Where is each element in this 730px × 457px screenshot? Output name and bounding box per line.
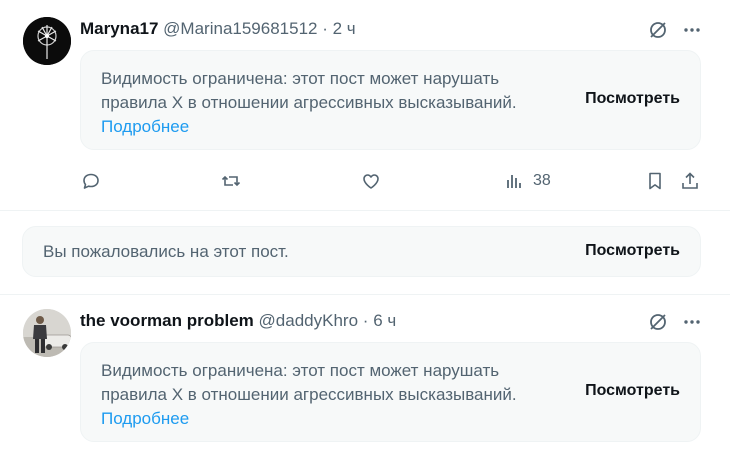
view-post-button[interactable]: Посмотреть xyxy=(585,382,680,400)
notice-message: Видимость ограничена: этот пост может на… xyxy=(101,69,517,112)
display-name[interactable]: Maryna17 xyxy=(80,19,158,38)
notice-text-block: Видимость ограничена: этот пост может на… xyxy=(101,67,541,139)
eye-slash-icon[interactable] xyxy=(648,20,668,40)
avatar[interactable] xyxy=(23,17,71,65)
reply-icon xyxy=(83,173,99,189)
separator-dot: · xyxy=(322,19,328,38)
views-count: 38 xyxy=(533,172,551,189)
bookmark-icon xyxy=(649,172,661,190)
repost-icon xyxy=(221,175,241,187)
post-time[interactable]: 2 ч xyxy=(333,19,356,38)
share-button[interactable] xyxy=(679,170,701,192)
view-post-button[interactable]: Посмотреть xyxy=(585,90,680,108)
views-icon xyxy=(507,175,521,188)
post-header: the voorman problem @daddyKhro · 6 ч xyxy=(80,311,396,331)
learn-more-link[interactable]: Подробнее xyxy=(101,115,541,139)
eye-slash-icon[interactable] xyxy=(648,312,668,332)
reported-message: Вы пожаловались на этот пост. xyxy=(43,242,289,261)
like-icon xyxy=(363,174,379,189)
more-icon[interactable] xyxy=(682,312,702,332)
reported-post-notice: Вы пожаловались на этот пост. Посмотреть xyxy=(22,226,701,277)
user-handle[interactable]: @Marina159681512 xyxy=(163,19,317,38)
more-icon[interactable] xyxy=(682,20,702,40)
post-maryna17[interactable]: Maryna17 @Marina159681512 · 2 ч Видимост… xyxy=(0,0,730,210)
post-divider xyxy=(0,210,730,211)
share-icon xyxy=(682,172,698,189)
man-with-car-avatar-image xyxy=(23,309,71,357)
like-button[interactable] xyxy=(360,170,382,192)
repost-button[interactable] xyxy=(220,170,242,192)
separator-dot: · xyxy=(362,311,369,330)
post-voorman-problem[interactable]: the voorman problem @daddyKhro · 6 ч Вид… xyxy=(0,295,730,457)
post-actions-bar: 38 xyxy=(80,170,704,196)
reply-button[interactable] xyxy=(80,170,102,192)
post-header-actions xyxy=(648,20,702,40)
view-reported-post-button[interactable]: Посмотреть xyxy=(585,242,680,260)
restricted-visibility-notice: Видимость ограничена: этот пост может на… xyxy=(80,50,701,150)
avatar[interactable] xyxy=(23,309,71,357)
restricted-visibility-notice: Видимость ограничена: этот пост может на… xyxy=(80,342,701,442)
bookmark-button[interactable] xyxy=(644,170,666,192)
post-header: Maryna17 @Marina159681512 · 2 ч xyxy=(80,19,356,39)
dandelion-avatar-image xyxy=(23,17,71,65)
post-header-actions xyxy=(648,312,702,332)
learn-more-link[interactable]: Подробнее xyxy=(101,407,541,431)
notice-text-block: Видимость ограничена: этот пост может на… xyxy=(101,359,541,431)
views-button[interactable]: 38 xyxy=(503,170,551,192)
user-handle[interactable]: @daddyKhro xyxy=(259,311,359,330)
display-name[interactable]: the voorman problem xyxy=(80,311,254,330)
post-time[interactable]: 6 ч xyxy=(373,311,396,330)
notice-message: Видимость ограничена: этот пост может на… xyxy=(101,361,517,404)
